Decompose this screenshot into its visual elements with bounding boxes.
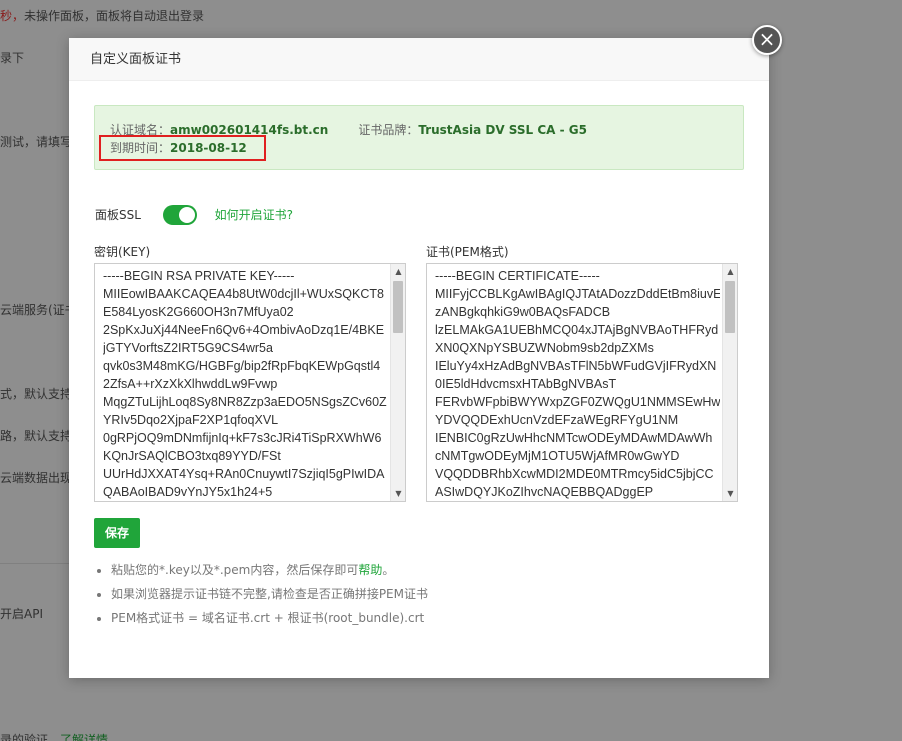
brand-label: 证书品牌： (358, 123, 419, 137)
cert-field-label: 证书(PEM格式) (426, 245, 509, 259)
help-link[interactable]: 帮助 (358, 563, 382, 577)
scroll-thumb[interactable] (393, 281, 403, 333)
brand-value: TrustAsia DV SSL CA - G5 (418, 123, 587, 137)
scroll-down-icon[interactable]: ▼ (391, 486, 405, 501)
scroll-up-icon[interactable]: ▲ (391, 264, 405, 279)
cert-info-box: 认证域名：amw002601414fs.bt.cn 证书品牌：TrustAsia … (94, 105, 744, 170)
cert-scrollbar[interactable]: ▲ ▼ (722, 264, 737, 501)
cert-textarea[interactable]: -----BEGIN CERTIFICATE----- MIIFyjCCBLKg… (426, 263, 738, 502)
tip-item: PEM格式证书 = 域名证书.crt + 根证书(root_bundle).cr… (111, 609, 428, 633)
key-text: -----BEGIN RSA PRIVATE KEY----- MIIEowIB… (103, 269, 387, 499)
how-to-enable-cert-link[interactable]: 如何开启证书? (215, 204, 293, 226)
save-button[interactable]: 保存 (94, 518, 140, 548)
dialog-title: 自定义面板证书 (69, 38, 769, 81)
custom-panel-cert-dialog: 自定义面板证书 认证域名：amw002601414fs.bt.cn 证书品牌：Tr… (69, 38, 769, 678)
toggle-knob (178, 206, 195, 223)
tips-list: 粘贴您的*.key以及*.pem内容，然后保存即可帮助。 如果浏览器提示证书链不… (111, 561, 428, 633)
key-textarea[interactable]: -----BEGIN RSA PRIVATE KEY----- MIIEowIB… (94, 263, 406, 502)
expiry-highlight-frame (99, 135, 266, 161)
panel-ssl-toggle[interactable] (162, 204, 197, 225)
panel-ssl-row: 面板SSL 如何开启证书? (95, 203, 293, 225)
close-icon[interactable]: × (752, 25, 782, 55)
panel-ssl-label: 面板SSL (95, 207, 141, 222)
cert-text: -----BEGIN CERTIFICATE----- MIIFyjCCBLKg… (435, 269, 720, 499)
key-field-label: 密钥(KEY) (94, 245, 151, 259)
scroll-up-icon[interactable]: ▲ (723, 264, 737, 279)
tip-item: 粘贴您的*.key以及*.pem内容，然后保存即可帮助。 (111, 561, 428, 585)
tip-item: 如果浏览器提示证书链不完整,请检查是否正确拼接PEM证书 (111, 585, 428, 609)
scroll-thumb[interactable] (725, 281, 735, 333)
key-scrollbar[interactable]: ▲ ▼ (390, 264, 405, 501)
scroll-down-icon[interactable]: ▼ (723, 486, 737, 501)
